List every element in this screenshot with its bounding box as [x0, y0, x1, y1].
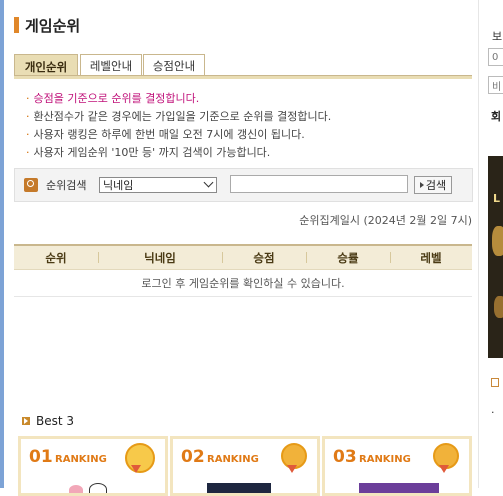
notice-item: · 환산점수가 같은 경우에는 가입일을 기준으로 순위를 결정합니다.: [26, 108, 466, 126]
medal-icon: [281, 443, 307, 473]
title-accent-bar: [14, 17, 19, 33]
notice-item: · 승점을 기준으로 순위를 결정합니다.: [26, 90, 466, 108]
avatar: [207, 483, 271, 493]
table-header: 순위 닉네임 승점 승률 레벨: [14, 244, 472, 270]
best-card-3[interactable]: 03 RANKING: [322, 436, 472, 496]
sidebar-label: 보: [492, 30, 503, 43]
search-icon: [24, 178, 38, 192]
banner-text: L: [493, 192, 501, 205]
search-type-value: 닉네임: [103, 179, 134, 192]
table-empty-message: 로그인 후 게임순위를 확인하실 수 있습니다.: [14, 270, 472, 297]
sidebar-banner[interactable]: L: [488, 156, 503, 358]
search-label: 순위검색: [46, 179, 87, 192]
notice-text: 승점을 기준으로 순위를 결정합니다.: [33, 92, 200, 105]
column-header-rank: 순위: [45, 250, 67, 265]
avatar: [61, 483, 121, 493]
bullet-icon: ·: [26, 110, 30, 123]
page-title-text: 게임순위: [25, 16, 81, 35]
tab-level-guide[interactable]: 레벨안내: [80, 54, 142, 77]
tab-points-guide[interactable]: 승점안내: [143, 54, 205, 77]
best3-heading: Best 3: [22, 414, 74, 428]
bullet-icon: ·: [26, 146, 30, 159]
aggregation-time: 순위집계일시 (2024년 2월 2일 7시): [299, 214, 472, 227]
search-button-label: 검색: [425, 179, 447, 192]
main-content: 게임순위 개인순위 레벨안내 승점안내 · 승점을 기준으로 순위를 결정합니다…: [4, 0, 478, 496]
card-rank-number: 01: [29, 447, 53, 467]
tab-underline: [14, 75, 472, 79]
ranking-search-box: 순위검색 닉네임 검색: [14, 168, 473, 202]
column-header-level: 레벨: [390, 246, 472, 269]
card-rank-label: RANKING: [359, 454, 411, 465]
best3-title: Best 3: [36, 414, 75, 428]
chevron-down-icon: [203, 177, 214, 188]
page-title: 게임순위: [14, 14, 80, 36]
card-rank-label: RANKING: [207, 454, 259, 465]
gold-medal-icon: [125, 443, 155, 473]
notice-text: 사용자 게임순위 '10만 등' 까지 검색이 가능합니다.: [33, 146, 271, 159]
arrow-right-icon: [419, 182, 424, 188]
avatar: [359, 483, 439, 493]
search-input[interactable]: [230, 175, 408, 193]
bullet-icon: ·: [491, 406, 495, 419]
notice-item: · 사용자 랭킹은 하루에 한번 매일 오전 7시에 갱신이 됩니다.: [26, 126, 466, 144]
medal-icon: [433, 443, 459, 473]
search-type-select[interactable]: 닉네임: [99, 177, 217, 193]
bullet-icon: ·: [26, 92, 30, 105]
column-header-points: 승점: [222, 246, 306, 269]
sidebar-heading: 회: [491, 110, 502, 123]
card-rank-label: RANKING: [55, 454, 107, 465]
card-rank-number: 03: [333, 447, 357, 467]
play-bullet-icon: [22, 417, 30, 425]
banner-glow: [492, 226, 503, 256]
best-card-2[interactable]: 02 RANKING: [170, 436, 320, 496]
bullet-icon: ·: [26, 128, 30, 141]
best-card-1[interactable]: 01 RANKING: [18, 436, 168, 496]
search-button[interactable]: 검색: [414, 176, 452, 194]
notice-item: · 사용자 게임순위 '10만 등' 까지 검색이 가능합니다.: [26, 144, 466, 162]
notice-text: 사용자 랭킹은 하루에 한번 매일 오전 7시에 갱신이 됩니다.: [33, 128, 305, 141]
card-rank-number: 02: [181, 447, 205, 467]
banner-glow: [494, 296, 503, 318]
document-icon: [491, 378, 499, 387]
column-header-nickname: 닉네임: [98, 246, 222, 269]
column-header-winrate: 승률: [306, 246, 390, 269]
notice-text: 환산점수가 같은 경우에는 가입일을 기준으로 순위를 결정합니다.: [33, 110, 332, 123]
notice-list: · 승점을 기준으로 순위를 결정합니다. · 환산점수가 같은 경우에는 가입…: [26, 90, 466, 162]
sidebar-input[interactable]: 0: [488, 48, 503, 66]
sidebar-input[interactable]: 비: [488, 76, 503, 94]
ranking-table: 순위 닉네임 승점 승률 레벨 로그인 후 게임순위를 확인하실 수 있습니다.: [14, 244, 472, 297]
best3-cards: 01 RANKING 02 RANKING 03 RANKING: [18, 436, 472, 496]
